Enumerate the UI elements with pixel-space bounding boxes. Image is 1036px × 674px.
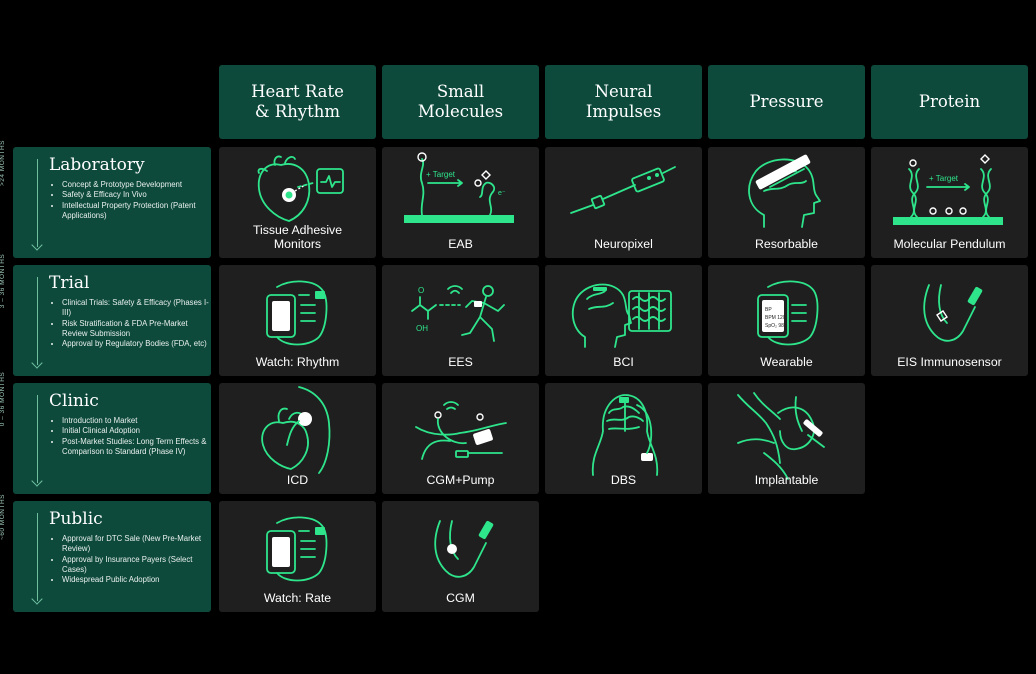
row-header-public: ~60 MONTHS Public Approval for DTC Sale …: [0, 494, 212, 612]
o-label: O: [418, 286, 424, 295]
column-header-protein: Protein: [871, 65, 1028, 139]
cell-wearable: BP BPM 120 SpO₂ 98 Wearable: [708, 265, 865, 376]
row-bullets: Concept & Prototype Development Safety &…: [50, 180, 212, 221]
cell-cgm: CGM: [382, 501, 539, 612]
cell-watch-rhythm: Watch: Rhythm: [219, 265, 376, 376]
cell-label: ICD: [286, 473, 309, 487]
cell-label: Implantable: [754, 473, 819, 487]
row-title: Public: [49, 509, 103, 529]
watch-text: BP: [765, 307, 772, 313]
timeline-line: [37, 395, 38, 483]
row-bullets: Introduction to Market Initial Clinical …: [50, 416, 212, 457]
cell-eis-immunosensor: EIS Immunosensor: [871, 265, 1028, 376]
cell-dbs: DBS: [545, 383, 702, 494]
cell-watch-rate: Watch: Rate: [219, 501, 376, 612]
column-header-pressure: Pressure: [708, 65, 865, 139]
cell-label: EES: [448, 355, 473, 369]
bullet-item: Approval for DTC Sale (New Pre-Market Re…: [62, 534, 212, 555]
column-header-heart-rate: Heart Rate & Rhythm: [219, 65, 376, 139]
bullet-item: Widespread Public Adoption: [62, 575, 212, 585]
cell-neuropixel: Neuropixel: [545, 147, 702, 258]
cell-implantable: Implantable: [708, 383, 865, 494]
cell-tissue-adhesive-monitors: Tissue Adhesive Monitors: [219, 147, 376, 258]
bullet-item: Approval by Regulatory Bodies (FDA, etc): [62, 339, 212, 349]
cell-label: Watch: Rhythm: [255, 355, 340, 369]
row-header-trial: 3 – 36 MONTHS Trial Clinical Trials: Saf…: [0, 254, 212, 376]
duration-label: >24 MONTHS: [0, 140, 6, 186]
bullet-item: Initial Clinical Adoption: [62, 426, 212, 436]
timeline-line: [37, 513, 38, 601]
bullet-item: Safety & Efficacy In Vivo: [62, 190, 212, 200]
row-header-laboratory: >24 MONTHS Laboratory Concept & Prototyp…: [0, 140, 212, 258]
arrow-down-icon: [31, 593, 43, 605]
cell-label: EIS Immunosensor: [897, 355, 1002, 369]
timeline-line: [37, 159, 38, 247]
bullet-item: Risk Stratification & FDA Pre-Market Rev…: [62, 319, 212, 340]
cell-label: CGM+Pump: [426, 473, 495, 487]
cell-molecular-pendulum: + Target Molecular Pendulum: [871, 147, 1028, 258]
cell-label: EAB: [448, 237, 473, 251]
cell-cgm-pump: CGM+Pump: [382, 383, 539, 494]
target-label: + Target: [426, 170, 456, 179]
cell-label: Tissue Adhesive Monitors: [252, 223, 343, 251]
bullet-item: Introduction to Market: [62, 416, 212, 426]
duration-label: 3 – 36 MONTHS: [0, 253, 6, 309]
arrow-down-icon: [31, 475, 43, 487]
row-title: Laboratory: [49, 155, 145, 175]
bullet-item: Post-Market Studies: Long Term Effects &…: [62, 437, 212, 458]
cell-label: DBS: [610, 473, 637, 487]
electron-label: e⁻: [498, 190, 506, 197]
row-bullets: Clinical Trials: Safety & Efficacy (Phas…: [50, 298, 212, 349]
column-header-small-molecules: Small Molecules: [382, 65, 539, 139]
row-title: Trial: [49, 273, 90, 293]
oh-label: OH: [416, 324, 428, 333]
bullet-item: Intellectual Property Protection (Patent…: [62, 201, 212, 222]
duration-label: 0 – 36 MONTHS: [0, 371, 6, 427]
cell-ees: O OH EES: [382, 265, 539, 376]
cell-label: Molecular Pendulum: [893, 237, 1006, 251]
cell-resorbable: Resorbable: [708, 147, 865, 258]
cell-label: Watch: Rate: [263, 591, 332, 605]
arrow-down-icon: [31, 239, 43, 251]
bullet-item: Concept & Prototype Development: [62, 180, 212, 190]
cell-icd: ICD: [219, 383, 376, 494]
duration-label: ~60 MONTHS: [0, 494, 6, 540]
cell-eab: + Target e⁻ EAB: [382, 147, 539, 258]
row-header-clinic: 0 – 36 MONTHS Clinic Introduction to Mar…: [0, 372, 212, 494]
cell-label: BCI: [613, 355, 634, 369]
row-bullets: Approval for DTC Sale (New Pre-Market Re…: [50, 534, 212, 585]
cell-bci: BCI: [545, 265, 702, 376]
target-label: + Target: [929, 174, 959, 183]
watch-text: SpO₂ 98: [765, 323, 784, 329]
column-header-neural-impulses: Neural Impulses: [545, 65, 702, 139]
cell-label: Resorbable: [755, 237, 818, 251]
bullet-item: Clinical Trials: Safety & Efficacy (Phas…: [62, 298, 212, 319]
arrow-down-icon: [31, 357, 43, 369]
cell-label: Neuropixel: [594, 237, 653, 251]
cell-label: Wearable: [760, 355, 813, 369]
row-title: Clinic: [49, 391, 99, 411]
cell-label: CGM: [446, 591, 475, 605]
timeline-line: [37, 277, 38, 365]
bullet-item: Approval by Insurance Payers (Select Cas…: [62, 555, 212, 576]
watch-text: BPM 120: [765, 315, 786, 321]
